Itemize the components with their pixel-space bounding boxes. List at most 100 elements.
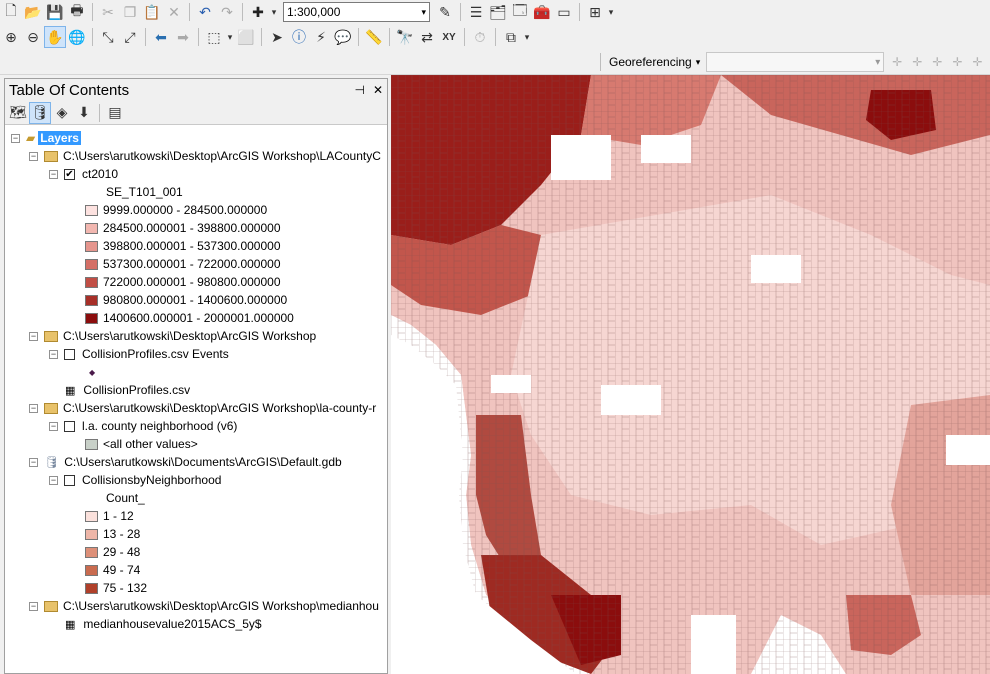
arctoolbox-icon[interactable]: 🧰 [531,1,553,23]
legend-class-label: 1400600.000001 - 2000001.000000 [103,311,294,325]
options-icon[interactable]: ▤ [104,102,126,124]
collapse-icon[interactable]: − [49,421,58,431]
map-scale-combobox[interactable]: 1:300,000 ▾ [283,2,430,22]
tree-node-layer[interactable]: − CollisionProfiles.csv Events [49,345,229,363]
tree-node-table[interactable]: ▦ CollisionProfiles.csv [65,381,190,399]
layer-visibility-checkbox[interactable]: ✔ [64,168,75,180]
back-extent-icon[interactable]: ⬅ [150,26,172,48]
tree-node-group[interactable]: − C:\Users\arutkowski\Desktop\ArcGIS Wor… [29,327,316,345]
legend-class-label: 722000.000001 - 980800.000000 [103,275,281,289]
python-window-icon[interactable]: ▭ [553,1,575,23]
add-control-points-icon[interactable]: ✛ [892,55,902,69]
delete-icon[interactable]: ✕ [163,1,185,23]
model-builder-icon[interactable]: ⊞ [584,1,606,23]
open-icon[interactable]: 📂 [22,1,44,23]
collapse-icon[interactable]: − [29,601,38,611]
shift-icon[interactable]: ✛ [973,55,983,69]
add-data-dropdown-icon[interactable]: ▾ [269,1,279,23]
georeferencing-menu[interactable]: Georeferencing [605,55,696,69]
tree-node-group[interactable]: − C:\Users\arutkowski\Desktop\ArcGIS Wor… [29,399,376,417]
folder-icon [44,150,58,162]
tree-node-group[interactable]: − C:\Users\arutkowski\Desktop\ArcGIS Wor… [29,147,381,165]
go-to-xy-icon[interactable]: XY [438,26,460,48]
zoom-in-icon[interactable]: ⊕ [0,26,22,48]
redo-icon[interactable]: ↷ [216,1,238,23]
legend-class-label: 9999.000000 - 284500.000000 [103,203,268,217]
auto-registration-icon[interactable]: ✛ [912,55,922,69]
add-data-icon[interactable]: ✚ [247,1,269,23]
save-icon[interactable]: 💾 [44,1,66,23]
separator [579,3,580,21]
table-of-contents-icon[interactable]: ☰ [465,1,487,23]
list-by-source-icon[interactable]: 🛢 [29,101,51,124]
undo-icon[interactable]: ↶ [194,1,216,23]
map-gap [641,135,691,163]
select-dropdown-icon[interactable]: ▾ [225,26,235,48]
print-icon[interactable]: 🖶 [66,1,88,23]
tree-node-layers[interactable]: − ▰ Layers [11,129,81,147]
tree-node-layer[interactable]: − CollisionsbyNeighborhood [49,471,221,489]
full-extent-icon[interactable]: 🌐 [66,26,88,48]
tree-node-group[interactable]: − C:\Users\arutkowski\Desktop\ArcGIS Wor… [29,597,379,615]
layers-root-label[interactable]: Layers [38,131,81,145]
tree-node-table[interactable]: ▦ medianhousevalue2015ACS_5y$ [65,615,262,633]
list-by-visibility-icon[interactable]: ◈ [51,102,73,124]
collapse-icon[interactable]: − [49,349,58,359]
find-icon[interactable]: 🔭 [394,26,416,48]
collapse-icon[interactable]: − [11,133,20,143]
collapse-icon[interactable]: − [29,331,38,341]
tree-node-layer[interactable]: − ✔ ct2010 [49,165,118,183]
choropleth-map[interactable] [391,75,990,674]
list-by-drawing-order-icon[interactable]: 🗺 [7,102,29,124]
collapse-icon[interactable]: − [29,151,38,161]
separator [99,103,100,122]
pan-icon[interactable]: ✋ [44,26,66,48]
list-by-selection-icon[interactable]: ⬇ [73,102,95,124]
forward-extent-icon[interactable]: ➡ [172,26,194,48]
pin-icon[interactable]: ⊣ [354,83,364,97]
map-gap-lax [491,375,531,393]
identify-icon[interactable]: ⓘ [288,26,310,48]
map-view[interactable] [391,75,990,674]
layer-visibility-checkbox[interactable] [64,474,75,486]
separator [460,3,461,21]
html-popup-icon[interactable]: 💬 [332,26,354,48]
fixed-zoom-in-icon[interactable]: ⤡ [97,26,119,48]
tree-node-group[interactable]: − 🛢 C:\Users\arutkowski\Documents\ArcGIS… [29,453,342,471]
new-document-icon[interactable]: 🗋 [0,1,22,23]
view-link-table-icon[interactable]: ✛ [932,55,942,69]
copy-icon[interactable]: ❐ [119,1,141,23]
collapse-icon[interactable]: − [29,457,38,467]
toolbar-options-icon[interactable]: ▾ [606,1,616,23]
rotate-icon[interactable]: ✛ [952,55,962,69]
layer-visibility-checkbox[interactable] [64,420,75,432]
select-elements-icon[interactable]: ➤ [266,26,288,48]
layer-visibility-checkbox[interactable] [64,348,75,360]
search-window-icon[interactable]: 🗔 [509,1,531,23]
close-icon[interactable]: ✕ [373,83,383,97]
paste-icon[interactable]: 📋 [141,1,163,23]
legend-class: 537300.000001 - 722000.000000 [85,255,281,273]
toolbar-options-icon[interactable]: ▾ [522,26,532,48]
chevron-down-icon[interactable]: ▾ [421,7,426,18]
hyperlink-icon[interactable]: ⚡ [310,26,332,48]
collapse-icon[interactable]: − [49,475,58,485]
chevron-down-icon[interactable]: ▾ [696,57,701,68]
fixed-zoom-out-icon[interactable]: ⤢ [119,26,141,48]
editor-toolbar-icon[interactable]: ✎ [434,1,456,23]
tree-node-layer[interactable]: − l.a. county neighborhood (v6) [49,417,237,435]
measure-icon[interactable]: 📏 [363,26,385,48]
catalog-icon[interactable]: 🗂 [487,1,509,23]
find-route-icon[interactable]: ⇄ [416,26,438,48]
create-viewer-icon[interactable]: ⧉ [500,26,522,48]
cut-icon[interactable]: ✂ [97,1,119,23]
collapse-icon[interactable]: − [29,403,38,413]
time-slider-icon[interactable]: ⏱ [469,26,491,48]
toc-title: Table Of Contents [9,81,130,99]
select-features-icon[interactable]: ⬚ [203,26,225,48]
clear-selection-icon[interactable]: ⬜ [235,26,257,48]
chevron-down-icon[interactable]: ▾ [875,57,880,68]
georeferencing-layer-combobox[interactable]: ▾ [706,52,885,72]
collapse-icon[interactable]: − [49,169,58,179]
zoom-out-icon[interactable]: ⊖ [22,26,44,48]
